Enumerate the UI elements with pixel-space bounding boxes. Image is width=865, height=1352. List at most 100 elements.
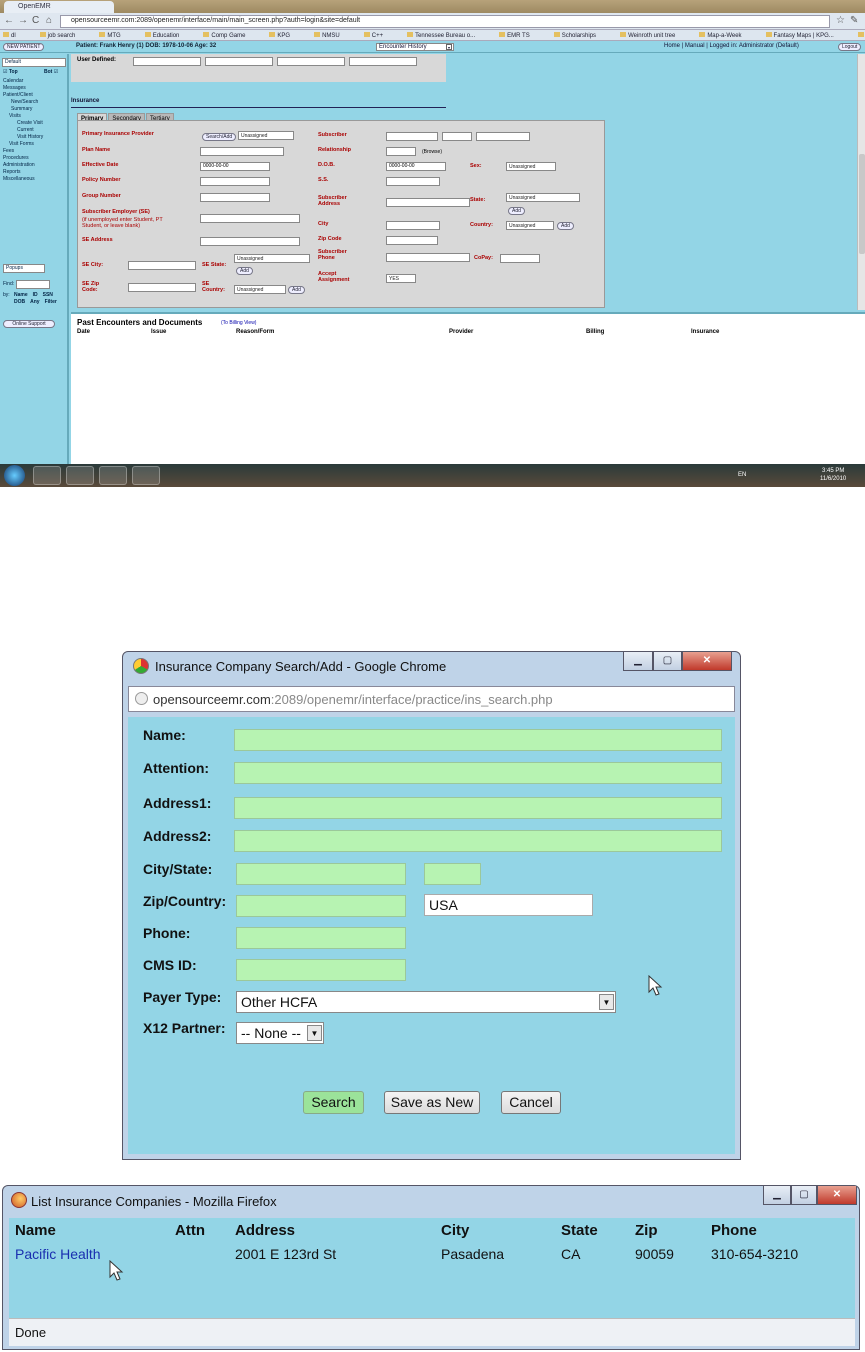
nav-item[interactable]: Current [3,127,67,134]
find-option[interactable]: SSN [43,292,53,299]
relationship-select[interactable] [386,147,416,156]
bookmark-item[interactable]: MTG [99,32,132,39]
primary-provider-select[interactable]: Unassigned [238,131,294,140]
subscriber-state-select[interactable]: Unassigned [506,193,580,202]
nav-item[interactable]: Calendar [3,78,67,85]
se-state-select[interactable]: Unassigned [234,254,310,263]
past-encounters-column[interactable]: Date [77,329,90,335]
past-encounters-column[interactable]: Billing [586,329,604,335]
bookmark-item[interactable]: dl [3,32,28,39]
city-field[interactable] [386,221,440,230]
attention-input[interactable] [234,762,722,784]
forward-icon[interactable]: → [18,15,28,26]
language-indicator[interactable]: EN [738,472,746,478]
wrench-icon[interactable]: ✎ [850,15,858,26]
country-select[interactable]: Unassigned [506,221,554,230]
bookmark-item[interactable]: Tennessee Bureau o... [407,32,487,39]
se-country-select[interactable]: Unassigned [234,285,286,294]
chrome-icon[interactable] [66,466,94,485]
app-icon[interactable] [99,466,127,485]
documents-icon[interactable] [132,466,160,485]
maximize-icon[interactable]: ▢ [791,1186,817,1205]
nav-item[interactable]: Administration [3,162,67,169]
find-option[interactable]: Filter [45,299,57,306]
dob-field[interactable]: 0000-00-00 [386,162,446,171]
user-defined-field-4[interactable] [349,57,417,66]
user-defined-field-2[interactable] [205,57,273,66]
name-input[interactable] [234,729,722,751]
nav-item[interactable]: Visits [3,113,67,120]
subscriber-phone-field[interactable] [386,253,470,262]
search-button[interactable]: Search [303,1091,364,1114]
nav-item[interactable]: Summary [3,106,67,113]
se-city-field[interactable] [128,261,196,270]
subscriber-first-field[interactable] [386,132,438,141]
nav-item[interactable]: Miscellaneous [3,176,67,183]
x12-partner-select[interactable]: -- None -- ▼ [236,1022,324,1044]
start-orb-icon[interactable] [4,465,25,486]
address1-input[interactable] [234,797,722,819]
zip-input[interactable] [236,895,406,917]
copay-field[interactable] [500,254,540,263]
country-add-button[interactable]: Add [557,222,574,230]
subscriber-last-field[interactable] [476,132,530,141]
popups-select[interactable]: Popups [3,264,45,273]
bookmark-item[interactable]: job search [39,32,88,39]
state-add-button[interactable]: Add [508,207,525,215]
bookmark-item[interactable]: NMSU [314,32,352,39]
maximize-icon[interactable]: ▢ [653,652,682,671]
header-links[interactable]: Home | Manual | Logged in: Administrator… [664,43,799,49]
nav-item[interactable]: Create Visit [3,120,67,127]
sex-select[interactable]: Unassigned [506,162,556,171]
bookmark-item[interactable]: Other bookmarks [857,32,865,39]
minimize-icon[interactable]: ▁ [623,652,653,671]
browser-tab[interactable]: OpenEMR [4,1,114,13]
cancel-button[interactable]: Cancel [501,1091,561,1114]
subscriber-middle-field[interactable] [442,132,472,141]
save-as-new-button[interactable]: Save as New [384,1091,480,1114]
payer-type-select[interactable]: Other HCFA ▼ [236,991,616,1013]
dialog-address-bar[interactable]: opensourceemr.com:2089/openemr/interface… [128,686,735,712]
subscriber-address-field[interactable] [386,198,470,207]
bot-checkbox[interactable]: Bot ☑ [44,69,58,76]
logout-button[interactable]: Logout [838,43,862,51]
user-defined-field-1[interactable] [133,57,201,66]
company-name-link[interactable]: Pacific Health [15,1246,101,1262]
scrollbar-thumb[interactable] [859,154,865,254]
find-option[interactable]: DOB [14,299,25,306]
bookmark-item[interactable]: Weinroth unit tree [620,32,687,39]
past-encounters-column[interactable]: Insurance [691,329,719,335]
main-scrollbar[interactable] [857,54,865,310]
bookmark-item[interactable]: C++ [363,32,395,39]
se-country-add-button[interactable]: Add [288,286,305,294]
encounter-history-select[interactable]: Encounter History ▾ [376,43,454,51]
star-icon[interactable]: ☆ [836,15,845,26]
user-defined-field-3[interactable] [277,57,345,66]
nav-item[interactable]: Reports [3,169,67,176]
back-icon[interactable]: ← [4,15,14,26]
nav-item[interactable]: Procedures [3,155,67,162]
zip-field[interactable] [386,236,438,245]
nav-item[interactable]: Patient/Client [3,92,67,99]
employer-field[interactable] [200,214,300,223]
bookmark-item[interactable]: Map-a-Week [699,32,753,39]
nav-item[interactable]: Messages [3,85,67,92]
bookmark-item[interactable]: KPG [269,32,302,39]
find-option[interactable]: ID [33,292,38,299]
plan-name-field[interactable] [200,147,284,156]
country-input[interactable]: USA [424,894,593,916]
bookmark-item[interactable]: Scholarships [553,32,608,39]
city-input[interactable] [236,863,406,885]
phone-input[interactable] [236,927,406,949]
search-add-button[interactable]: Search/Add [202,133,237,141]
bookmark-item[interactable]: EMR TS [499,32,542,39]
reload-icon[interactable]: C [32,15,39,26]
new-patient-button[interactable]: NEW PATIENT [3,43,45,51]
group-number-field[interactable] [200,193,270,202]
effective-date-field[interactable]: 0000-00-00 [200,162,270,171]
past-encounters-column[interactable]: Provider [449,329,473,335]
se-state-add-button[interactable]: Add [236,267,253,275]
find-input[interactable] [16,280,50,289]
home-icon[interactable]: ⌂ [46,15,52,26]
find-option[interactable]: Any [30,299,39,306]
